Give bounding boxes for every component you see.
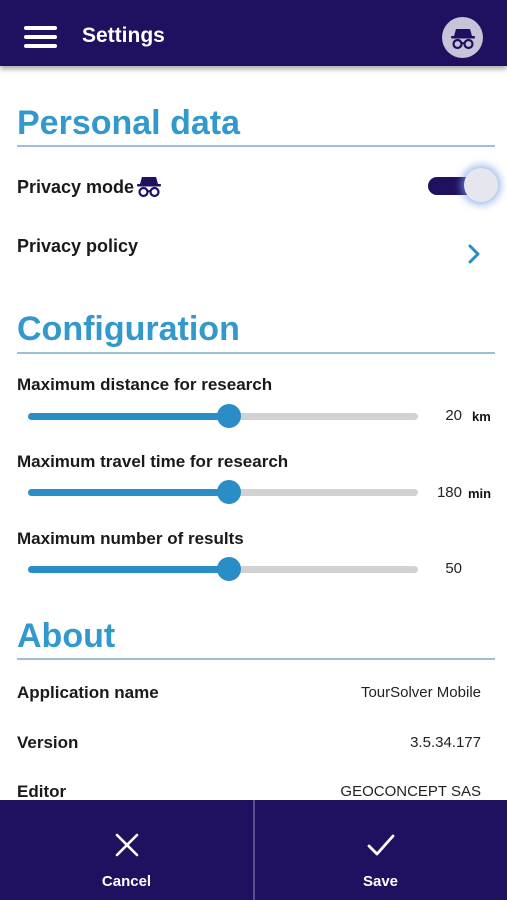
divider <box>17 658 495 660</box>
section-title-configuration: Configuration <box>17 310 240 348</box>
about-value-version: 3.5.34.177 <box>410 734 481 751</box>
slider-fill <box>28 489 223 496</box>
about-label-application-name: Application name <box>17 683 159 702</box>
save-button[interactable]: Save <box>253 800 506 900</box>
slider-thumb[interactable] <box>217 480 241 504</box>
settings-content[interactable]: Personal data Privacy mode Privacy polic… <box>0 66 507 800</box>
incognito-icon <box>137 177 162 198</box>
cancel-button[interactable]: Cancel <box>0 800 253 900</box>
chevron-right-icon[interactable] <box>462 240 486 268</box>
privacy-mode-row: Privacy mode <box>17 175 162 199</box>
privacy-mode-toggle[interactable] <box>428 166 498 206</box>
travel-time-value: 180 <box>436 484 462 501</box>
slider-thumb[interactable] <box>217 404 241 428</box>
slider-fill <box>28 413 223 420</box>
top-app-bar: Settings <box>0 0 507 66</box>
avatar[interactable] <box>442 17 483 58</box>
privacy-policy-label[interactable]: Privacy policy <box>17 236 138 257</box>
incognito-icon <box>450 28 475 49</box>
privacy-mode-label: Privacy mode <box>17 176 135 197</box>
slider-thumb[interactable] <box>217 557 241 581</box>
page-title: Settings <box>82 24 165 47</box>
results-value: 50 <box>445 560 462 577</box>
about-label-version: Version <box>17 733 79 752</box>
slider-label-distance: Maximum distance for research <box>17 375 273 394</box>
save-label: Save <box>362 873 399 890</box>
results-slider[interactable] <box>28 557 420 581</box>
check-icon <box>367 834 394 856</box>
about-value-editor: GEOCONCEPT SAS <box>340 783 481 800</box>
divider <box>17 352 495 354</box>
hamburger-menu-icon[interactable] <box>24 26 57 50</box>
about-value-application-name: TourSolver Mobile <box>360 684 481 701</box>
section-title-personal-data: Personal data <box>17 104 240 142</box>
cancel-label: Cancel <box>101 873 152 890</box>
section-title-about: About <box>17 617 116 655</box>
distance-unit: km <box>472 409 491 424</box>
about-label-editor: Editor <box>17 782 67 800</box>
slider-fill <box>28 566 223 573</box>
slider-label-travel-time: Maximum travel time for research <box>17 452 289 471</box>
distance-value: 20 <box>445 407 462 424</box>
divider <box>17 145 495 147</box>
travel-time-slider[interactable] <box>28 480 420 504</box>
slider-label-results: Maximum number of results <box>17 529 244 548</box>
distance-slider[interactable] <box>28 404 420 428</box>
bottom-action-bar: Cancel Save <box>0 800 507 900</box>
toggle-thumb <box>464 168 498 202</box>
travel-time-unit: min <box>468 486 492 501</box>
close-icon <box>115 833 138 857</box>
